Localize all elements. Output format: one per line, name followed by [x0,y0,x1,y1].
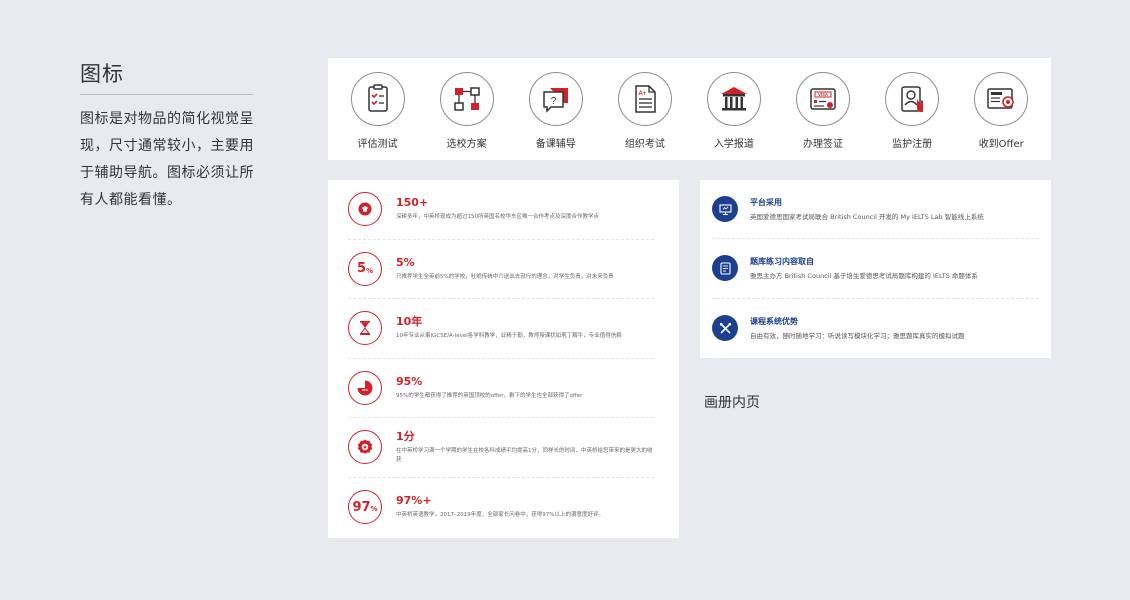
feature-description: 自由有效，随时随地学习：听说读写模块化学习；雅思题库真实的模拟试题 [750,332,965,341]
school-badge-icon [358,202,372,216]
percent-badge: 97% [348,490,382,525]
icon-item-guardian: 监护注册 [868,58,957,160]
stat-description: 在中英桥学习满一个学期的学生在校各科成绩平均提高1分，同样长的时间，中英桥给您带… [396,447,653,463]
stat-row: 150+ 深耕多年，中英桥现成为超过150所英国名校华东区唯一合作考点及深度合作… [348,180,654,240]
feature-row: 题库练习内容取自 雅思主办方 British Council 基于培生爱德思考试… [712,239,1039,299]
svg-text:VISA: VISA [818,92,828,97]
pie-chart-icon: 95% [357,380,373,396]
stat-row: 95% 95% 95%的学生都获得了推荐的英国顶校的offer，剩下的学生也全部… [348,359,654,418]
stat-row: 97% 97%+ 中英桥英语教学，2017–2019年度，全部家长问卷中，获得9… [348,478,654,538]
features-panel: 平台采用 英国爱德思国家考试局联合 British Council 开发的 My… [700,180,1051,358]
stat-value: 95% [396,374,423,388]
visa-card-icon: VISA [810,88,836,110]
stat-row: 10年 10年专业从事IGCSE/A-level各学科教学，业精于勤，教师授课犹… [348,299,654,359]
icon-label: 组织考试 [624,139,665,150]
feature-title: 平台采用 [750,198,782,208]
stat-description: 深耕多年，中英桥现成为超过150所英国名校华东区唯一合作考点及深度合作教学点 [396,214,600,221]
icon-item-enrollment: 入学报道 [689,58,778,160]
icon-label: 备课辅导 [535,139,576,150]
stat-value: 150+ [396,196,429,210]
exam-paper-icon: A+ [635,85,656,113]
clipboard-checklist-icon [367,84,388,112]
icon-label: 评估测试 [357,139,398,150]
title-divider [80,94,253,95]
hourglass-icon [360,321,370,336]
icon-label: 监护注册 [892,139,933,150]
feature-title: 课程系统优势 [750,317,798,327]
award-medal-icon [357,439,373,455]
brochure-caption: 画册内页 [704,395,760,411]
svg-text:A+: A+ [638,91,646,97]
percent-badge: 5% [348,251,382,286]
stats-panel: 150+ 深耕多年，中英桥现成为超过150所英国名校华东区唯一合作考点及深度合作… [328,180,679,538]
stat-row: 5% 5% 只推荐学生全英前5%的学校，杜绝传统中介送出去就行的理念，对学生负责… [348,240,654,299]
icon-showcase-panel: 评估测试 选校方案 ? 备课辅导 A+ 组织考试 入学报道 VISA 办理签证 … [328,58,1051,160]
computer-platform-icon [718,204,732,215]
stat-value: 10年 [396,315,423,329]
svg-text:?: ? [550,96,556,107]
guardian-id-icon [901,86,924,112]
stat-row: 1分 在中英桥学习满一个学期的学生在校各科成绩平均提高1分，同样长的时间，中英桥… [348,418,654,478]
feature-description: 雅思主办方 British Council 基于培生爱德思考试局题库构建的 IE… [750,272,978,281]
crossed-tools-icon [719,322,731,334]
icon-label: 收到Offer [978,139,1024,150]
feature-row: 平台采用 英国爱德思国家考试局联合 British Council 开发的 My… [712,180,1039,240]
stat-description: 中英桥英语教学，2017–2019年度，全部家长问卷中，获得97%以上的满意度好… [396,512,604,519]
icon-label: 入学报道 [713,139,754,150]
feature-title: 题库练习内容取自 [750,257,814,267]
pie-label: 95% [362,388,368,392]
icon-item-exam: A+ 组织考试 [600,58,689,160]
icon-label: 办理签证 [803,139,844,150]
question-chat-icon: ? [542,88,568,113]
stat-value: 5% [396,255,415,269]
icon-item-offer: 收到Offer [957,58,1046,160]
flowchart-icon [453,87,480,111]
section-description: 图标是对物品的简化视觉呈现，尺寸通常较小，主要用于辅助导航。图标必须让所有人都能… [80,111,254,208]
feature-row: 课程系统优势 自由有效，随时随地学习：听说读写模块化学习；雅思题库真实的模拟试题 [712,299,1039,358]
icon-label: 选校方案 [446,139,487,150]
icon-item-school-plan: 选校方案 [422,58,511,160]
icon-item-assessment: 评估测试 [333,58,422,160]
icon-item-tutoring: ? 备课辅导 [511,58,600,160]
stat-description: 10年专业从事IGCSE/A-level各学科教学，业精于勤，教师授课犹如庖丁解… [396,333,622,340]
stat-value: 1分 [396,429,415,443]
section-title: 图标 [80,62,124,86]
stat-description: 只推荐学生全英前5%的学校，杜绝传统中介送出去就行的理念，对学生负责，对未来负责 [396,273,614,280]
university-building-icon [720,87,747,111]
feature-description: 英国爱德思国家考试局联合 British Council 开发的 My IELT… [750,213,984,222]
stat-description: 95%的学生都获得了推荐的英国顶校的offer，剩下的学生也全部获得了offer [396,392,583,399]
icon-item-visa: VISA 办理签证 [778,58,867,160]
stat-value: 97%+ [396,494,432,508]
question-bank-icon [719,262,731,275]
offer-letter-icon [987,88,1015,109]
